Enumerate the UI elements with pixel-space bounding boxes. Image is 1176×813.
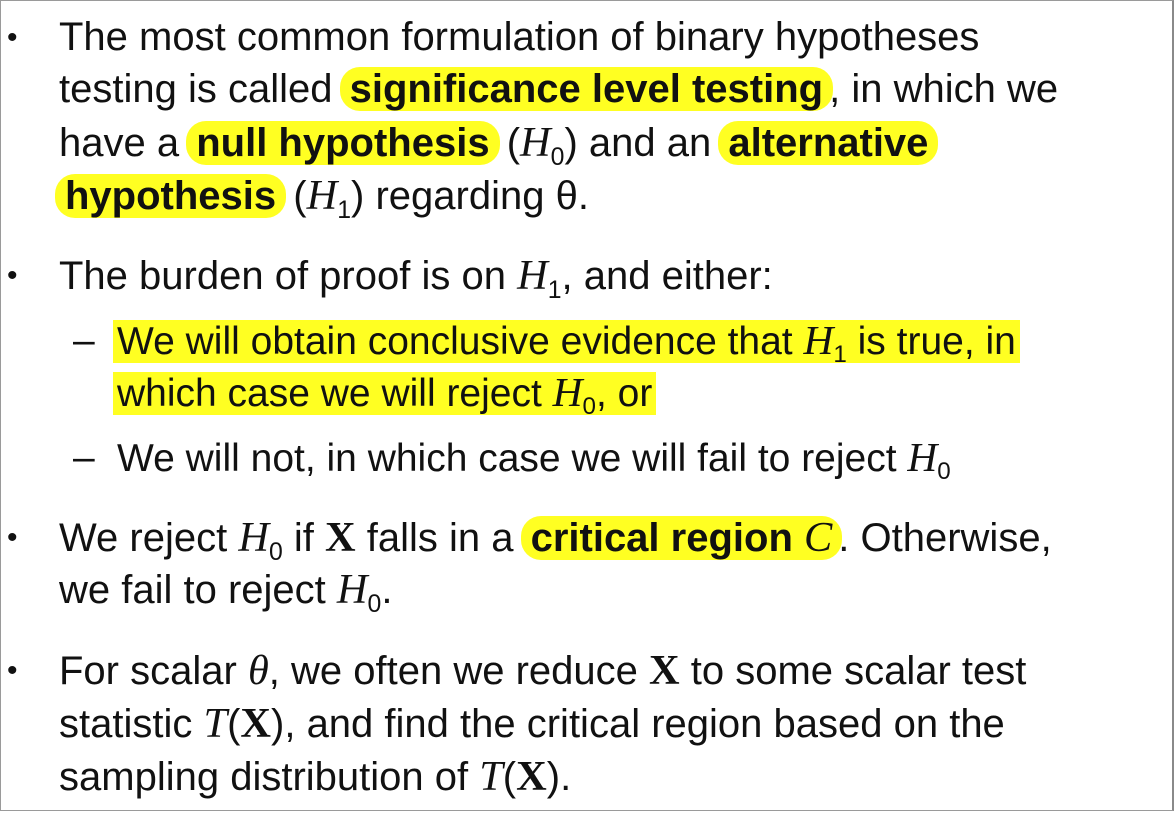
text: . Otherwise,: [838, 516, 1052, 560]
math-T: T: [479, 753, 503, 800]
math-H: H: [238, 514, 269, 561]
text: , and either:: [561, 254, 773, 298]
term: alternative: [728, 121, 929, 165]
bullet-marker: •: [7, 521, 18, 554]
subscript: 0: [582, 393, 596, 421]
highlight-sub-1: We will obtain conclusive evidence that …: [113, 317, 1020, 368]
bullet-4-line-1: • For scalar θ, we often we reduce X to …: [7, 644, 1027, 698]
bullet-3-line-2: we fail to reject H0.: [59, 563, 392, 622]
highlight-significance-level-testing: significance level testing: [339, 67, 834, 111]
math-H: H: [336, 566, 368, 613]
bullet-4-line-2: statistic T(X), and find the critical re…: [59, 697, 1005, 751]
text: We will obtain conclusive evidence that: [117, 320, 804, 363]
math-X: X: [324, 514, 356, 561]
math-H: H: [517, 252, 548, 299]
highlight-critical-region: critical region C: [520, 514, 843, 561]
math-X: X: [516, 753, 547, 800]
bullet-1-line-4: hypothesis (H1) regarding θ.: [55, 169, 589, 228]
bullet-marker: •: [7, 21, 18, 54]
text: The most common formulation of binary hy…: [59, 15, 980, 59]
text: sampling distribution of: [59, 755, 480, 799]
text: (: [495, 121, 521, 165]
text: we fail to reject: [59, 568, 337, 612]
subitem-2: – We will not, in which case we will fai…: [73, 431, 951, 490]
subscript: 0: [550, 143, 565, 171]
text: , or: [595, 372, 653, 415]
term: significance level testing: [349, 67, 824, 111]
subitem-1-line-1: – We will obtain conclusive evidence tha…: [73, 314, 1020, 373]
term: critical region: [530, 516, 804, 560]
subscript: 0: [367, 590, 382, 618]
text: .: [381, 568, 393, 612]
bullet-1-line-2: testing is called significance level tes…: [59, 63, 1058, 116]
dash-marker: –: [73, 436, 95, 479]
bullet-2-line-1: • The burden of proof is on H1, and eith…: [7, 249, 773, 308]
text: (: [502, 755, 517, 799]
highlight-null-hypothesis: null hypothesis: [186, 121, 500, 165]
subscript: 1: [833, 341, 847, 369]
text: if: [282, 516, 325, 560]
math-C: C: [804, 514, 833, 561]
math-H: H: [803, 317, 834, 363]
text: ) regarding θ.: [351, 174, 589, 218]
slide: • The most common formulation of binary …: [0, 0, 1174, 811]
subscript: 1: [337, 196, 352, 224]
bullet-marker: •: [7, 654, 18, 687]
text: ) and an: [564, 121, 723, 165]
term: hypothesis: [65, 174, 277, 218]
text: For scalar: [59, 649, 248, 693]
highlight-alternative: alternative: [718, 121, 939, 165]
text: (: [227, 702, 241, 746]
bullet-1-line-1: • The most common formulation of binary …: [7, 11, 980, 64]
math-H: H: [306, 172, 338, 219]
term: null hypothesis: [196, 121, 490, 165]
text: We reject: [59, 516, 239, 560]
math-H: H: [520, 119, 551, 166]
math-theta: θ: [247, 647, 269, 694]
math-H: H: [907, 434, 938, 480]
bullet-marker: •: [7, 259, 18, 292]
subscript: 0: [268, 538, 283, 566]
highlight-sub-1: which case we will reject H0, or: [113, 369, 657, 420]
subitem-1-line-2: which case we will reject H0, or: [113, 366, 657, 425]
text: ), and find the critical region based on…: [271, 702, 1005, 746]
math-X: X: [648, 647, 680, 694]
text: , we often we reduce: [268, 649, 649, 693]
text: testing is called: [59, 67, 344, 111]
text: , in which we: [829, 67, 1059, 111]
math-H: H: [552, 369, 583, 415]
highlight-hypothesis: hypothesis: [55, 174, 287, 218]
bullet-1-line-3: have a null hypothesis (H0) and an alter…: [59, 116, 939, 175]
text: The burden of proof is on: [59, 254, 518, 298]
text: falls in a: [355, 516, 525, 560]
text: which case we will reject: [117, 372, 553, 415]
bullet-3-line-1: • We reject H0 if X falls in a critical …: [7, 511, 1052, 570]
text: statistic: [59, 702, 204, 746]
text: (: [282, 174, 307, 218]
text: is true, in: [846, 320, 1016, 363]
math-T: T: [203, 700, 228, 747]
bullet-4-line-3: sampling distribution of T(X).: [59, 750, 571, 804]
dash-marker: –: [73, 319, 95, 362]
math-X: X: [240, 700, 272, 747]
subscript: 0: [937, 458, 951, 486]
subscript: 1: [547, 276, 562, 304]
text: We will not, in which case we will fail …: [117, 437, 908, 480]
text: have a: [59, 121, 191, 165]
text: to some scalar test: [679, 649, 1027, 693]
text: ).: [546, 755, 572, 799]
